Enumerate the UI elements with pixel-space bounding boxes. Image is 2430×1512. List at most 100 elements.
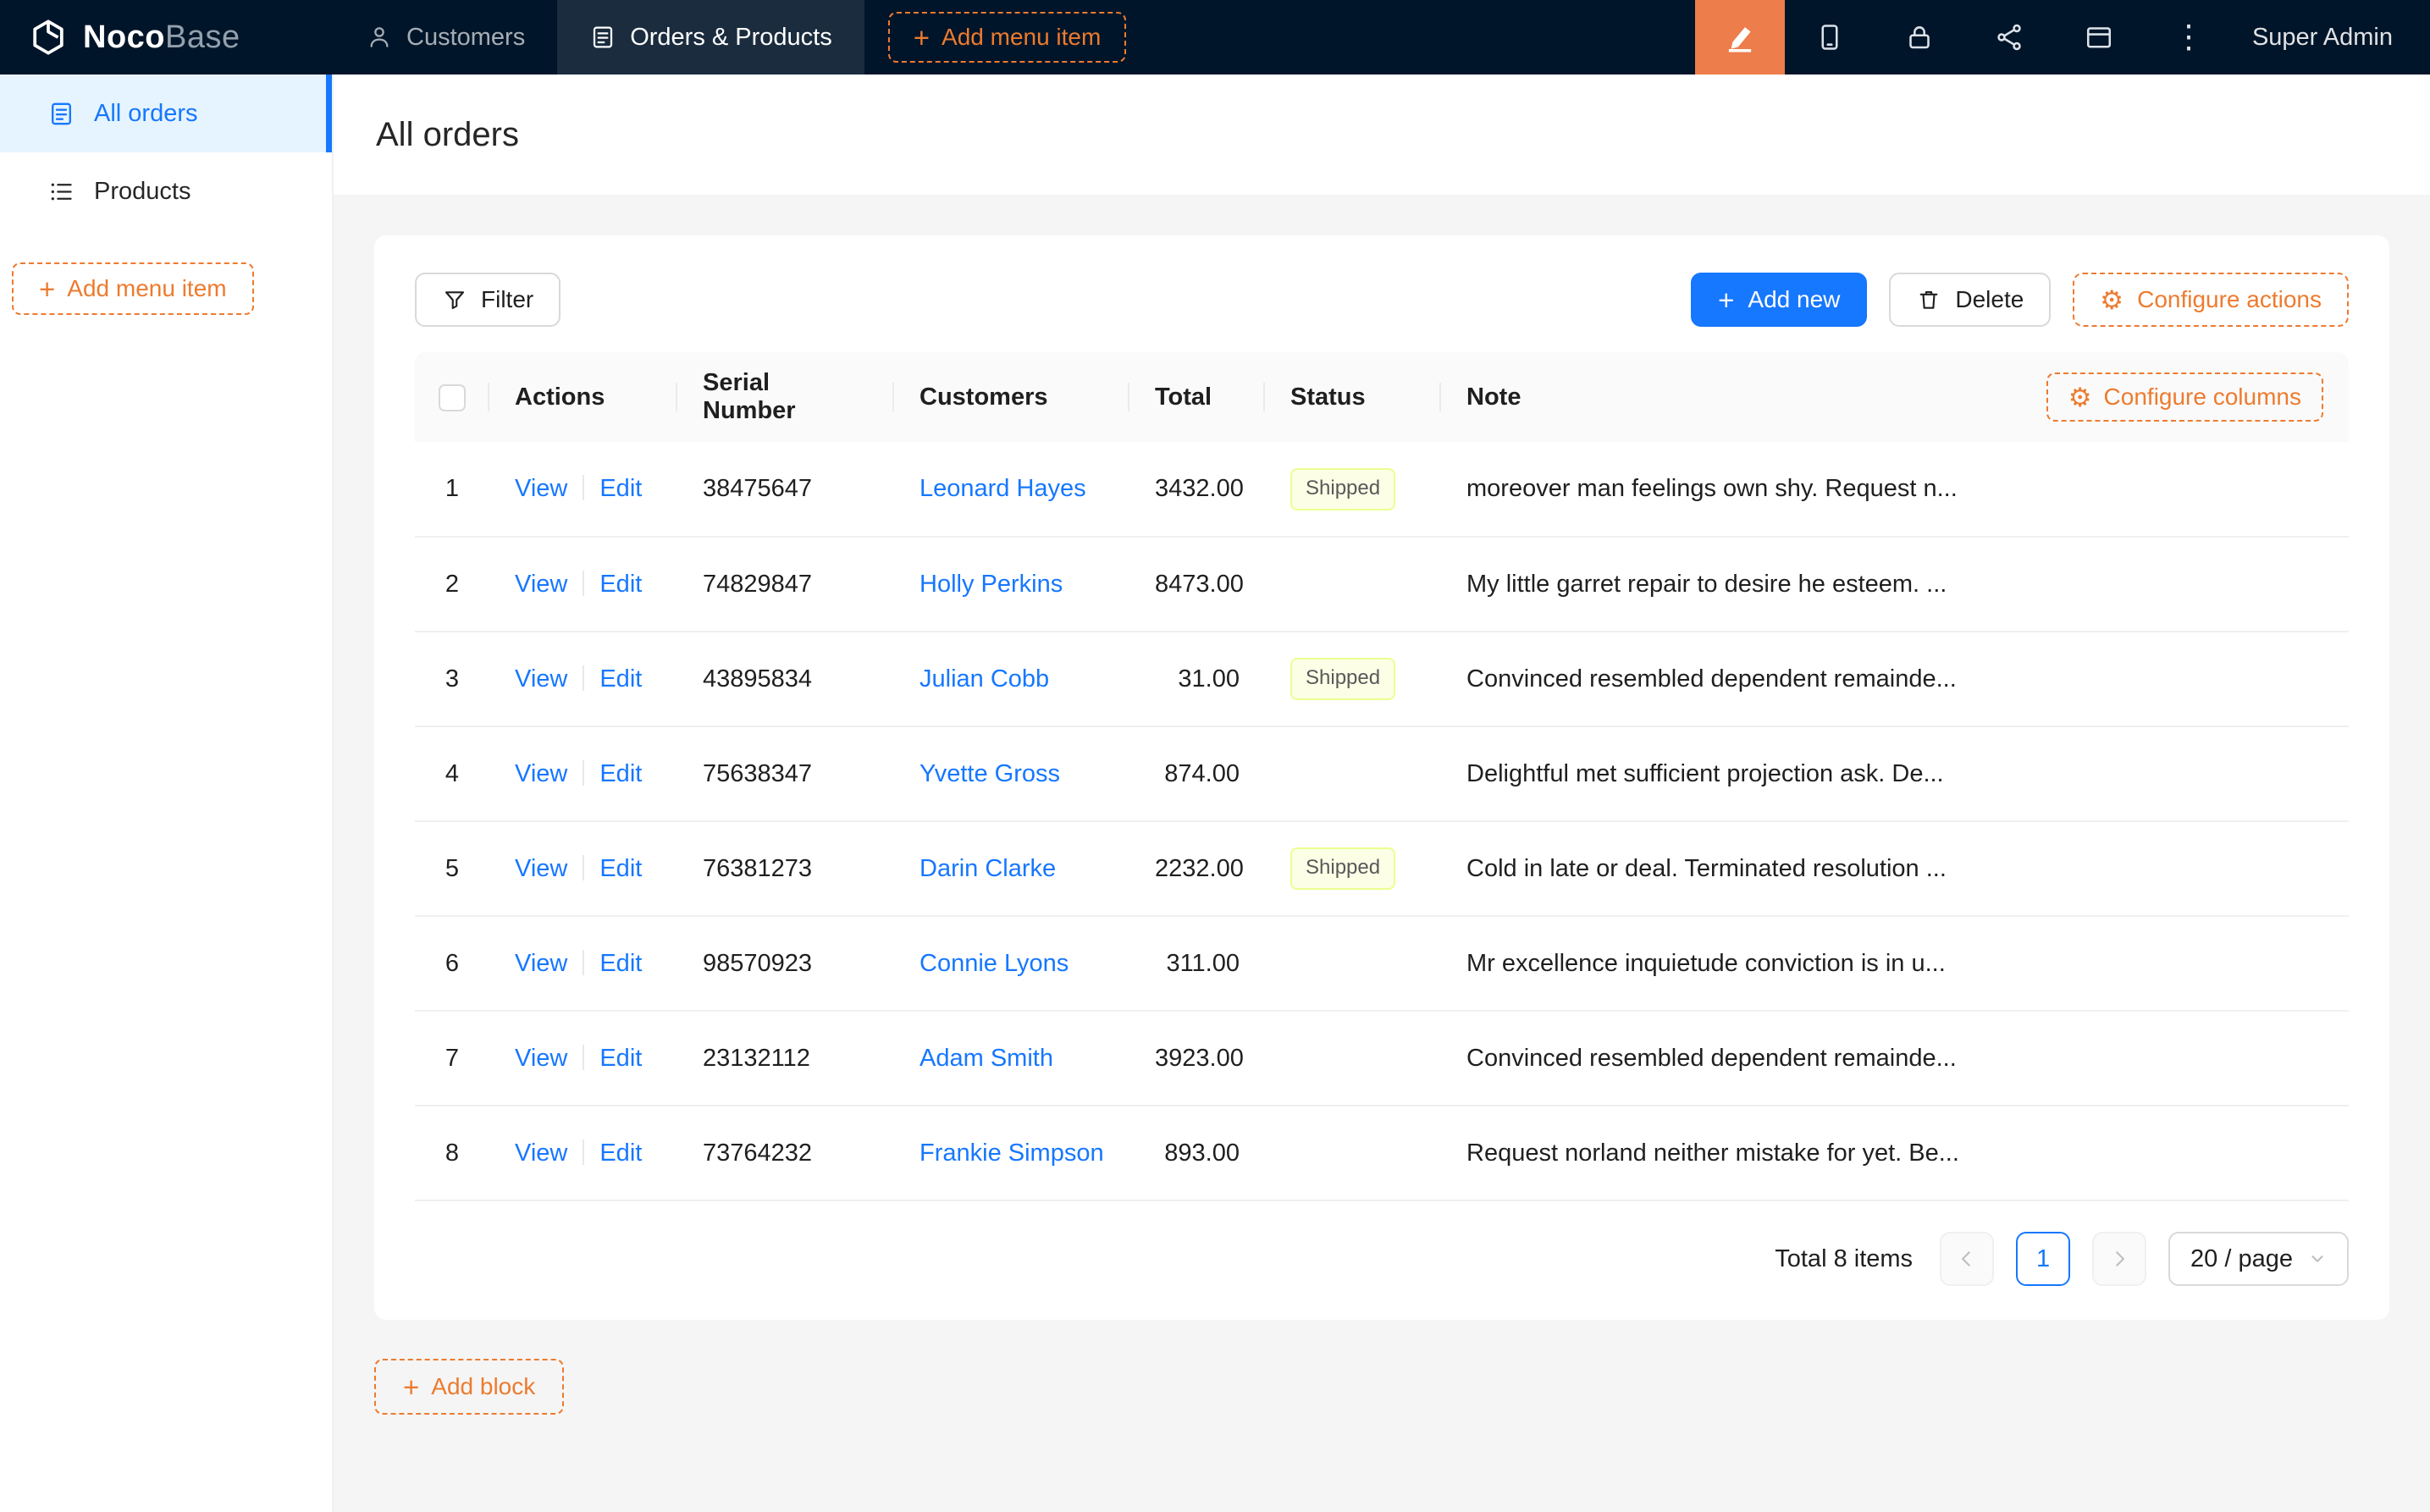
- mobile-icon[interactable]: [1785, 0, 1875, 74]
- page-title: All orders: [376, 116, 519, 154]
- column-header-actions: Actions: [489, 352, 677, 442]
- customer-link[interactable]: Julian Cobb: [920, 665, 1049, 693]
- view-link[interactable]: View: [515, 855, 567, 882]
- edit-link[interactable]: Edit: [599, 855, 642, 882]
- edit-link[interactable]: Edit: [599, 1045, 642, 1072]
- configure-actions-button[interactable]: ⚙ Configure actions: [2073, 273, 2349, 327]
- filter-icon: [442, 287, 467, 312]
- next-page-button[interactable]: [2092, 1232, 2146, 1286]
- customer-link[interactable]: Holly Perkins: [920, 571, 1063, 598]
- add-new-button[interactable]: + Add new: [1691, 273, 1867, 327]
- nav-tab-customers[interactable]: Customers: [334, 0, 557, 74]
- row-index: 8: [415, 1106, 489, 1200]
- nocobase-logo-icon: [29, 18, 68, 57]
- total-cell: 2232.00: [1129, 821, 1265, 916]
- action-divider: [583, 855, 584, 880]
- edit-link[interactable]: Edit: [599, 571, 642, 598]
- view-link[interactable]: View: [515, 1045, 567, 1072]
- row-actions: View Edit: [489, 632, 677, 726]
- edit-link[interactable]: Edit: [599, 475, 642, 502]
- note-cell: Delightful met sufficient projection ask…: [1441, 726, 2349, 821]
- sidebar-item-products[interactable]: Products: [0, 152, 332, 230]
- customer-link[interactable]: Leonard Hayes: [920, 475, 1086, 502]
- serial-number-cell: 74829847: [677, 537, 894, 632]
- customer-link[interactable]: Darin Clarke: [920, 855, 1056, 882]
- note-cell: Convinced resembled dependent remainde..…: [1441, 1011, 2349, 1106]
- customer-link[interactable]: Connie Lyons: [920, 950, 1069, 977]
- serial-number-cell: 43895834: [677, 632, 894, 726]
- delete-button[interactable]: Delete: [1889, 273, 2051, 327]
- status-cell: [1265, 916, 1441, 1011]
- configure-columns-button[interactable]: ⚙ Configure columns: [2046, 372, 2323, 422]
- pagination-total: Total 8 items: [1775, 1245, 1913, 1273]
- main-area: All orders Filter + Add new: [334, 74, 2430, 1512]
- add-menu-item-button-sidebar[interactable]: + Add menu item: [12, 262, 254, 315]
- user-menu[interactable]: Super Admin: [2252, 0, 2393, 74]
- serial-number-cell: 38475647: [677, 442, 894, 537]
- view-link[interactable]: View: [515, 950, 567, 977]
- customer-link[interactable]: Adam Smith: [920, 1045, 1053, 1072]
- table-row: 3 ViewEdit 43895834 Julian Cobb 31.00 Sh…: [415, 632, 2349, 726]
- customer-cell: Yvette Gross: [894, 726, 1129, 821]
- page-header: All orders: [334, 74, 2430, 195]
- row-actions: View Edit: [489, 442, 677, 537]
- note-cell: Request norland neither mistake for yet.…: [1441, 1106, 2349, 1200]
- status-cell: [1265, 1011, 1441, 1106]
- view-link[interactable]: View: [515, 1140, 567, 1167]
- status-cell: [1265, 726, 1441, 821]
- note-cell: My little garret repair to desire he est…: [1441, 537, 2349, 632]
- table-body: 1 ViewEdit 38475647 Leonard Hayes 3432.0…: [415, 442, 2349, 1200]
- edit-link[interactable]: Edit: [599, 665, 642, 693]
- list-icon: [47, 178, 75, 206]
- pagination: Total 8 items 1 20 / page: [415, 1232, 2349, 1286]
- sidebar-item-all-orders[interactable]: All orders: [0, 74, 332, 152]
- prev-page-button[interactable]: [1940, 1232, 1994, 1286]
- customer-cell: Darin Clarke: [894, 821, 1129, 916]
- api-icon[interactable]: [1964, 0, 2054, 74]
- select-all-checkbox[interactable]: [439, 384, 466, 411]
- serial-number-cell: 98570923: [677, 916, 894, 1011]
- status-badge: Shipped: [1290, 847, 1395, 890]
- view-link[interactable]: View: [515, 571, 567, 598]
- orders-table: Actions Serial Number Customers Total St…: [415, 352, 2349, 1201]
- page-number-1[interactable]: 1: [2016, 1232, 2070, 1286]
- person-icon: [366, 24, 393, 51]
- customer-link[interactable]: Frankie Simpson: [920, 1140, 1104, 1167]
- total-cell: 8473.00: [1129, 537, 1265, 632]
- ui-editor-pen-icon[interactable]: [1695, 0, 1785, 74]
- view-link[interactable]: View: [515, 665, 567, 693]
- row-actions: View Edit: [489, 726, 677, 821]
- page-size-select[interactable]: 20 / page: [2168, 1232, 2349, 1286]
- layout-icon[interactable]: [2054, 0, 2144, 74]
- view-link[interactable]: View: [515, 760, 567, 787]
- view-link[interactable]: View: [515, 475, 567, 502]
- serial-number-cell: 76381273: [677, 821, 894, 916]
- column-header-total: Total: [1129, 352, 1265, 442]
- add-menu-item-button-header[interactable]: + Add menu item: [888, 12, 1127, 63]
- edit-link[interactable]: Edit: [599, 760, 642, 787]
- status-cell: Shipped: [1265, 821, 1441, 916]
- more-icon[interactable]: ⋮: [2144, 0, 2234, 74]
- total-cell: 31.00: [1129, 632, 1265, 726]
- customer-cell: Leonard Hayes: [894, 442, 1129, 537]
- action-divider: [583, 475, 584, 500]
- nav-tab-orders-products[interactable]: Orders & Products: [557, 0, 864, 74]
- gear-icon: ⚙: [2100, 287, 2123, 313]
- lock-icon[interactable]: [1875, 0, 1964, 74]
- serial-number-cell: 75638347: [677, 726, 894, 821]
- customer-cell: Holly Perkins: [894, 537, 1129, 632]
- table-toolbar: Filter + Add new Delete ⚙: [415, 273, 2349, 327]
- row-actions: View Edit: [489, 1011, 677, 1106]
- filter-button[interactable]: Filter: [415, 273, 561, 327]
- edit-link[interactable]: Edit: [599, 950, 642, 977]
- main-nav: Customers Orders & Products: [334, 0, 864, 74]
- orders-table-block: Filter + Add new Delete ⚙: [374, 235, 2389, 1320]
- edit-link[interactable]: Edit: [599, 1140, 642, 1167]
- row-actions: View Edit: [489, 1106, 677, 1200]
- column-header-serial: Serial Number: [677, 352, 894, 442]
- note-cell: Cold in late or deal. Terminated resolut…: [1441, 821, 2349, 916]
- row-actions: View Edit: [489, 821, 677, 916]
- add-block-button[interactable]: + Add block: [374, 1359, 564, 1415]
- customer-link[interactable]: Yvette Gross: [920, 760, 1060, 787]
- status-cell: Shipped: [1265, 442, 1441, 537]
